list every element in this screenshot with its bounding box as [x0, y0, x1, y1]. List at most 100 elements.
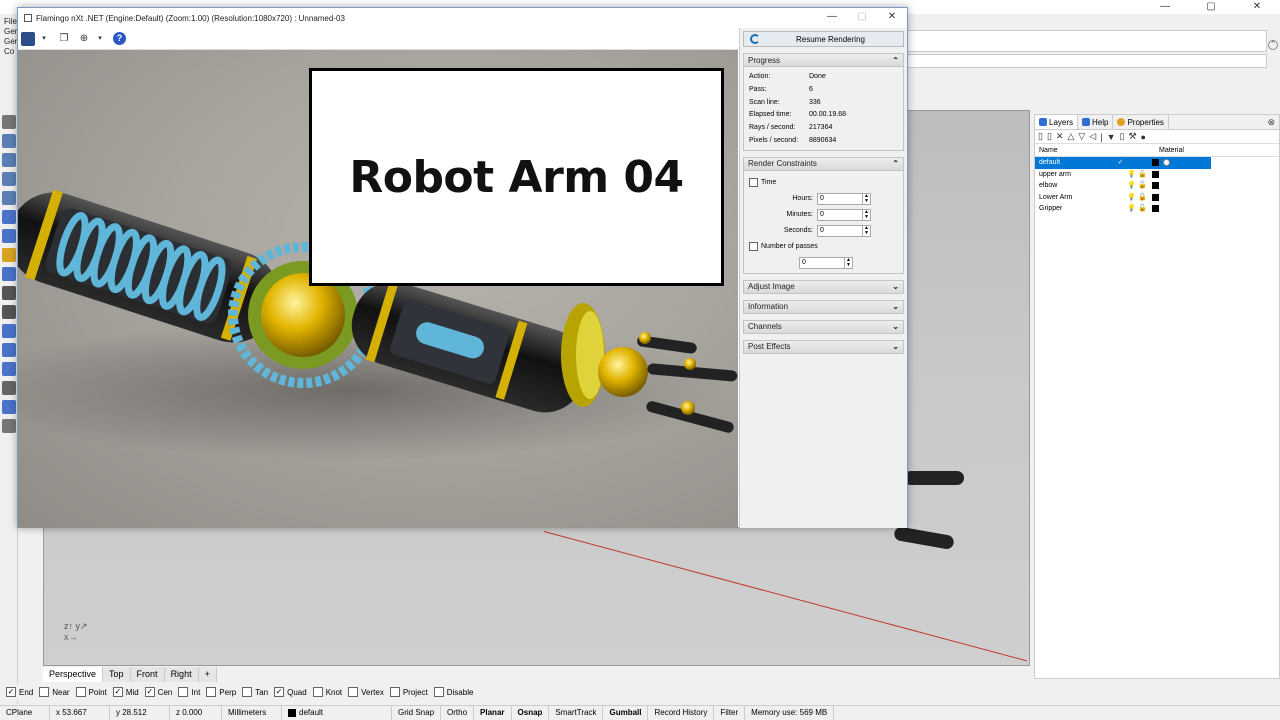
osnap-quad[interactable]: ✓ Quad — [274, 687, 307, 697]
osnap-vertex[interactable]: Vertex — [348, 687, 384, 697]
circle-tool-icon[interactable] — [2, 153, 16, 167]
tools-icon[interactable]: ⚒ — [1128, 131, 1136, 142]
tab-perspective[interactable]: Perspective — [43, 667, 104, 682]
move-down-icon[interactable]: ▽ — [1078, 131, 1085, 142]
close-button[interactable]: ✕ — [877, 8, 907, 26]
osnap-point[interactable]: Point — [75, 687, 107, 697]
passes-stepper[interactable]: 0 ▲ ▼ — [799, 256, 853, 269]
text-tool-icon[interactable] — [2, 324, 16, 338]
time-checkbox[interactable] — [749, 178, 758, 188]
new-sublayer-icon[interactable]: ▯ — [1047, 131, 1052, 142]
render-tool-icon[interactable] — [2, 419, 16, 433]
layer-states-icon[interactable]: ▯ — [1119, 131, 1124, 142]
spin-arrows-icon[interactable]: ▲ ▼ — [862, 225, 870, 236]
mesh-tool-icon[interactable] — [2, 362, 16, 376]
osnap-checkbox[interactable] — [39, 687, 50, 697]
ortho-toggle[interactable]: Ortho — [441, 706, 475, 720]
hours-stepper[interactable]: 0 ▲ ▼ — [817, 192, 871, 205]
move-out-icon[interactable]: ◁ — [1089, 131, 1096, 142]
filter-icon[interactable]: ▼ — [1107, 132, 1116, 142]
expand-icon[interactable]: ⌄ — [892, 282, 899, 291]
osnap-checkbox[interactable] — [389, 687, 400, 697]
passes-checkbox[interactable] — [749, 242, 758, 252]
new-layer-icon[interactable]: ▯ — [1038, 131, 1043, 142]
expand-icon[interactable]: ⌄ — [892, 322, 899, 331]
record-history-toggle[interactable]: Record History — [648, 706, 715, 720]
gumball-toggle[interactable]: Gumball — [603, 706, 649, 720]
name-column-header[interactable]: Name — [1035, 144, 1159, 156]
lightbulb-icon[interactable]: 💡 — [1126, 203, 1137, 215]
analyze-tool-icon[interactable] — [2, 400, 16, 414]
command-input[interactable] — [905, 54, 1267, 68]
select-tool-icon[interactable] — [2, 115, 16, 129]
minimize-button[interactable]: — — [1142, 0, 1188, 14]
lightbulb-icon[interactable]: 💡 — [1126, 192, 1137, 204]
spin-arrows-icon[interactable]: ▲ ▼ — [862, 209, 870, 220]
section-header-information[interactable]: Information ⌄ — [743, 299, 904, 314]
tab-top[interactable]: Top — [103, 667, 131, 682]
osnap-near[interactable]: Near — [39, 687, 70, 697]
zoom-icon[interactable]: ⊕ — [77, 32, 91, 46]
curve-tool-icon[interactable] — [2, 172, 16, 186]
layer-color-swatch[interactable] — [1152, 182, 1159, 190]
constraints-section-header[interactable]: Render Constraints ⌃ — [743, 156, 904, 171]
section-header-channels[interactable]: Channels ⌄ — [743, 319, 904, 334]
osnap-checkbox[interactable] — [75, 687, 86, 697]
filter-toggle[interactable]: Filter — [714, 706, 746, 720]
smarttrack-toggle[interactable]: SmartTrack — [549, 706, 604, 720]
lock-icon[interactable]: 🔓 — [1137, 180, 1148, 192]
move-up-icon[interactable]: △ — [1067, 131, 1074, 142]
boolean-tool-icon[interactable] — [2, 286, 16, 300]
collapse-icon[interactable]: ⌃ — [892, 159, 899, 168]
lock-icon[interactable]: 🔓 — [1137, 192, 1148, 204]
collapse-icon[interactable]: ⌃ — [892, 56, 899, 65]
tab-help[interactable]: Help — [1078, 115, 1114, 129]
layer-row[interactable]: Lower Arm 💡 🔓 — [1035, 192, 1279, 204]
layer-row[interactable]: upper arm 💡 🔓 — [1035, 169, 1279, 181]
lock-icon[interactable]: 🔓 — [1137, 169, 1148, 181]
copy-icon[interactable]: ❐ — [57, 32, 71, 46]
osnap-cen[interactable]: ✓ Cen — [144, 687, 172, 697]
array-tool-icon[interactable] — [2, 381, 16, 395]
chevron-down-icon[interactable]: ▾ — [37, 32, 51, 46]
osnap-checkbox[interactable] — [206, 687, 217, 697]
add-viewport-tab-icon[interactable]: + — [199, 667, 217, 682]
panel-close-icon[interactable]: ⊗ — [1267, 117, 1275, 128]
layer-row[interactable]: default ✓ — [1035, 157, 1211, 169]
osnap-toggle[interactable]: Osnap — [512, 706, 550, 720]
minimize-button[interactable]: — — [817, 8, 847, 26]
expand-icon[interactable]: ⌄ — [892, 302, 899, 311]
help-icon[interactable]: ● — [1141, 132, 1146, 142]
osnap-checkbox[interactable]: ✓ — [6, 687, 16, 697]
section-header-post-effects[interactable]: Post Effects ⌄ — [743, 339, 904, 354]
command-history-box[interactable] — [905, 30, 1267, 52]
polyline-tool-icon[interactable] — [2, 134, 16, 148]
box-tool-icon[interactable] — [2, 210, 16, 224]
osnap-checkbox[interactable] — [433, 687, 444, 697]
osnap-checkbox[interactable] — [242, 687, 253, 697]
lightbulb-icon[interactable]: 💡 — [1126, 169, 1137, 181]
osnap-project[interactable]: Project — [389, 687, 428, 697]
osnap-end[interactable]: ✓ End — [6, 687, 33, 697]
lock-icon[interactable]: 🔓 — [1137, 203, 1148, 215]
section-header-adjust-image[interactable]: Adjust Image ⌄ — [743, 279, 904, 294]
surface-tool-icon[interactable] — [2, 267, 16, 281]
layer-color-swatch[interactable] — [1152, 170, 1159, 178]
osnap-checkbox[interactable] — [312, 687, 323, 697]
tab-right[interactable]: Right — [165, 667, 199, 682]
help-icon[interactable]: ? — [113, 32, 126, 45]
units-label[interactable]: Millimeters — [222, 706, 282, 720]
layer-row[interactable]: elbow 💡 🔓 — [1035, 180, 1279, 192]
lightbulb-icon[interactable]: 💡 — [1126, 180, 1137, 192]
seconds-stepper[interactable]: 0 ▲ ▼ — [817, 224, 871, 237]
minutes-stepper[interactable]: 0 ▲ ▼ — [817, 208, 871, 221]
progress-section-header[interactable]: Progress ⌃ — [743, 53, 904, 67]
material-column-header[interactable]: Material — [1159, 144, 1184, 156]
save-icon[interactable] — [21, 31, 35, 46]
layer-color-swatch[interactable] — [1152, 193, 1159, 201]
spin-arrows-icon[interactable]: ▲ ▼ — [862, 193, 870, 204]
expand-icon[interactable]: ⌄ — [892, 342, 899, 351]
osnap-checkbox[interactable]: ✓ — [112, 687, 123, 697]
osnap-checkbox[interactable]: ✓ — [274, 687, 285, 697]
layer-row[interactable]: Gripper 💡 🔓 — [1035, 203, 1279, 215]
